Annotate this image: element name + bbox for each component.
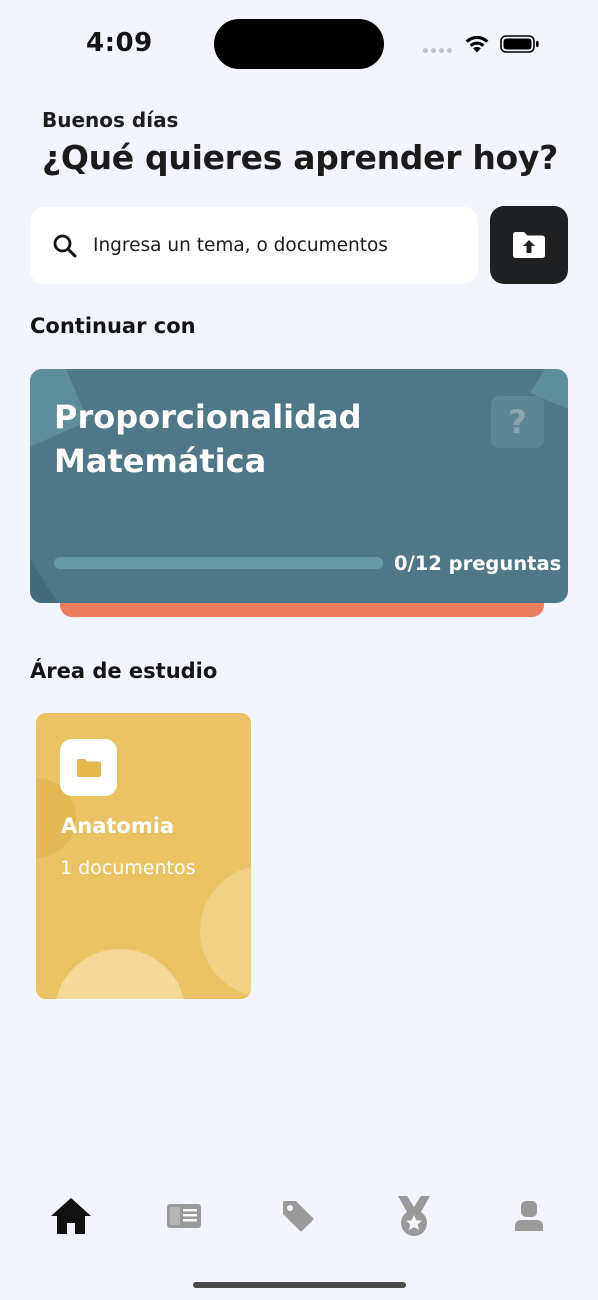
cellular-signal-icon [423,48,452,53]
quiz-progress-bar [54,557,383,569]
folder-name: Anatomia [61,814,175,838]
folder-icon [76,758,101,777]
search-input[interactable]: Ingresa un tema, o documentos [30,207,478,284]
tab-library[interactable] [158,1190,210,1242]
tab-home[interactable] [45,1190,97,1242]
greeting-text: Buenos días [42,108,179,132]
folder-upload-icon [513,232,545,258]
tab-profile[interactable] [503,1190,555,1242]
bottom-tab-bar [0,1190,598,1242]
folder-card-anatomia[interactable]: Anatomia 1 documentos [36,713,251,999]
upload-document-button[interactable] [490,206,568,284]
question-mark-icon: ? [508,403,527,441]
book-icon [167,1204,201,1228]
quiz-title: Proporcionalidad Matemática [54,398,362,480]
user-icon [515,1201,543,1231]
folder-document-count: 1 documentos [60,857,196,879]
tab-tags[interactable] [272,1190,324,1242]
tab-achievements[interactable] [388,1190,440,1242]
home-indicator [193,1282,406,1288]
continue-section-title: Continuar con [30,314,196,338]
page-title: ¿Qué quieres aprender hoy? [42,138,558,177]
battery-icon [500,35,539,53]
search-icon [53,234,77,257]
search-placeholder: Ingresa un tema, o documentos [93,235,388,256]
status-time: 4:09 [86,28,153,58]
quiz-progress-text: 0/12 preguntas [394,552,562,575]
help-button[interactable]: ? [491,396,544,448]
home-icon [51,1198,91,1234]
medal-icon [398,1196,430,1236]
tag-icon [283,1201,314,1232]
wifi-icon [465,35,489,53]
folder-icon-container [60,739,117,796]
study-area-title: Área de estudio [30,659,218,683]
home-screen: 4:09 Buenos días ¿Qué quieres aprender h… [0,0,598,1300]
continue-card[interactable]: Proporcionalidad Matemática ? 0/12 pregu… [30,369,568,603]
dynamic-island [214,19,384,69]
